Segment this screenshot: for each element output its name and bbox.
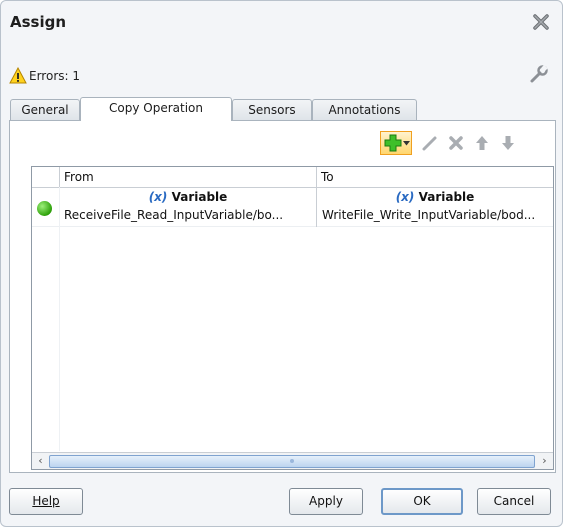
from-type-label: Variable bbox=[171, 190, 228, 204]
edit-icon[interactable] bbox=[421, 134, 439, 152]
table-row[interactable]: (x) Variable ReceiveFile_Read_InputVaria… bbox=[32, 188, 553, 227]
column-divider bbox=[59, 187, 60, 451]
variable-icon: (x) bbox=[148, 190, 168, 204]
copy-operation-panel: From To (x) Variable ReceiveFile_Read_In… bbox=[9, 120, 556, 473]
column-divider bbox=[316, 187, 317, 227]
copy-rules-table: From To (x) Variable ReceiveFile_Read_In… bbox=[31, 166, 554, 470]
tab-copy-operation[interactable]: Copy Operation bbox=[80, 97, 232, 121]
status-ok-icon bbox=[37, 201, 52, 216]
scroll-right-icon[interactable]: › bbox=[537, 453, 552, 468]
cancel-label: Cancel bbox=[493, 494, 535, 508]
ok-label: OK bbox=[413, 494, 431, 508]
title-bar: Assign bbox=[1, 1, 562, 45]
to-path: WriteFile_Write_InputVariable/bod... bbox=[322, 208, 536, 222]
tab-label: General bbox=[21, 103, 69, 117]
tab-general[interactable]: General bbox=[10, 99, 80, 120]
to-cell[interactable]: (x) Variable WriteFile_Write_InputVariab… bbox=[317, 188, 553, 226]
dialog-title: Assign bbox=[10, 13, 67, 31]
scrollbar-thumb[interactable] bbox=[49, 455, 535, 468]
tab-label: Annotations bbox=[328, 103, 401, 117]
to-type: (x) Variable bbox=[317, 190, 553, 204]
toolbar bbox=[10, 129, 555, 157]
variable-icon: (x) bbox=[395, 190, 415, 204]
from-path: ReceiveFile_Read_InputVariable/bo... bbox=[64, 208, 284, 222]
horizontal-scrollbar[interactable]: ‹ › bbox=[32, 452, 553, 469]
add-icon bbox=[384, 134, 402, 152]
wrench-icon[interactable] bbox=[528, 63, 550, 85]
table-header: From To bbox=[32, 167, 553, 188]
errors-text: Errors: 1 bbox=[29, 69, 80, 83]
apply-label: Apply bbox=[309, 494, 343, 508]
tab-annotations[interactable]: Annotations bbox=[312, 99, 417, 120]
scrollbar-grip bbox=[290, 459, 294, 463]
to-type-label: Variable bbox=[418, 190, 475, 204]
delete-icon[interactable] bbox=[447, 134, 465, 152]
from-type: (x) Variable bbox=[60, 190, 316, 204]
column-header-from[interactable]: From bbox=[60, 167, 320, 187]
move-up-icon[interactable] bbox=[473, 134, 491, 152]
tab-sensors[interactable]: Sensors bbox=[232, 99, 312, 120]
from-cell[interactable]: (x) Variable ReceiveFile_Read_InputVaria… bbox=[60, 188, 316, 226]
scroll-left-icon[interactable]: ‹ bbox=[33, 453, 48, 468]
assign-dialog: Assign Errors: 1 General Copy Operation … bbox=[0, 0, 563, 527]
add-copy-operation-button[interactable] bbox=[380, 131, 412, 155]
ok-button[interactable]: OK bbox=[381, 488, 463, 515]
tab-label: Copy Operation bbox=[109, 101, 203, 115]
warning-icon bbox=[9, 67, 27, 84]
help-button[interactable]: Help bbox=[9, 488, 83, 515]
chevron-down-icon bbox=[403, 141, 410, 146]
apply-button[interactable]: Apply bbox=[289, 488, 363, 515]
move-down-icon[interactable] bbox=[499, 134, 517, 152]
help-label: Help bbox=[32, 494, 60, 508]
column-header-to[interactable]: To bbox=[317, 167, 553, 187]
cancel-button[interactable]: Cancel bbox=[477, 488, 551, 515]
close-icon[interactable] bbox=[532, 13, 550, 31]
tab-label: Sensors bbox=[248, 103, 296, 117]
